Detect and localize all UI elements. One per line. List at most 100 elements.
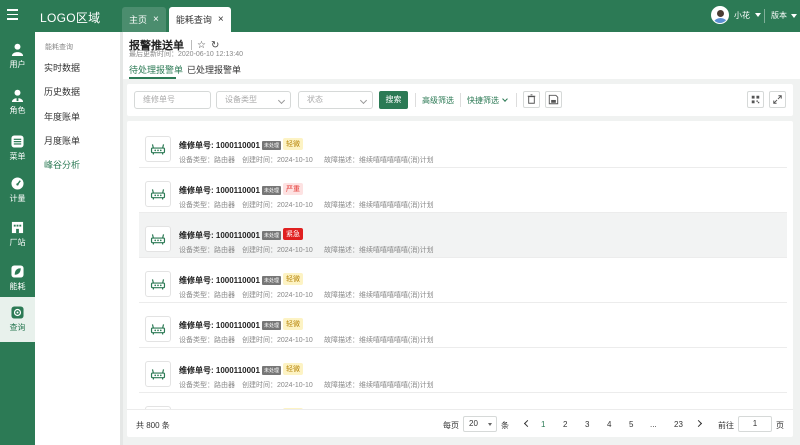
sub-menu-item[interactable]: 实时数据 [44, 61, 80, 74]
delete-button[interactable] [523, 91, 540, 108]
status-badge: 未处理 [262, 186, 282, 195]
hamburger-menu-icon[interactable] [7, 9, 19, 21]
list-item[interactable]: 维修单号: 1000110001未处理轻微设备类型：路由器创建时间：2024-1… [139, 303, 787, 348]
nav-item-menu[interactable]: 菜单 [0, 126, 35, 171]
list-item[interactable]: 维修单号: 1000110001 未处理 紧急 设备类型：路由器 创建时间：2024-1… [139, 213, 787, 258]
status-select[interactable]: 状态 [298, 91, 373, 109]
list-item[interactable]: 维修单号: 1000110001 未处理 严重 设备类型：路由器 创建时间：2024-1… [139, 168, 787, 213]
per-page-label: 每页 [443, 421, 459, 430]
goto-page-input[interactable]: 1 [738, 416, 772, 432]
severity-badge: 轻微 [283, 138, 303, 150]
order-number: 维修单号: 1000110001 [179, 231, 260, 240]
tab-processed[interactable]: 已处理报警单 [187, 63, 241, 76]
qr-code-button[interactable] [747, 91, 764, 108]
page-4[interactable]: 4 [607, 420, 611, 429]
alarm-list: 维修单号: 1000110001 未处理 轻微 设备类型：路由器 创建时间：2024-1… [127, 121, 793, 409]
qr-code-icon [751, 95, 760, 104]
page-3[interactable]: 3 [585, 420, 589, 429]
nav-label: 用户 [9, 60, 26, 69]
save-icon [548, 94, 559, 105]
sub-menu-item[interactable]: 月度账单 [44, 134, 80, 147]
status-badge: 未处理 [262, 141, 282, 150]
sub-menu-title: 能耗查询 [45, 44, 73, 51]
search-button[interactable]: 搜索 [379, 91, 408, 109]
page-ellipsis[interactable]: ... [650, 420, 657, 429]
nav-item-query[interactable]: 查询 [0, 297, 35, 342]
sub-menu: 能耗查询 实时数据 历史数据 年度账单 月度账单 峰谷分析 [35, 32, 120, 445]
close-icon[interactable]: × [218, 14, 224, 25]
nav-item-user[interactable]: 用户 [0, 34, 35, 79]
save-button[interactable] [545, 91, 562, 108]
advanced-filter-link[interactable]: 高级筛选 [422, 95, 454, 106]
logo: LOGO区域 [40, 11, 101, 25]
list-item[interactable]: 维修单号: 1000110001未处理轻微设备类型：路由器创建时间：2024-1… [139, 258, 787, 303]
role-icon [11, 89, 24, 102]
gauge-icon [11, 177, 24, 190]
router-icon [145, 361, 171, 387]
tab-energy-query[interactable]: 能耗查询 × [168, 7, 231, 32]
expand-icon [773, 95, 782, 104]
next-page-icon[interactable] [694, 419, 703, 428]
avatar [711, 6, 729, 24]
list-item[interactable]: 维修单号: 1000110001未处理轻微设备类型：路由器创建时间：2024-1… [139, 393, 787, 409]
total-count: 共 800 条 [136, 421, 170, 430]
filter-bar: 维修单号 设备类型 状态 搜索 高级筛选 快捷筛选 [127, 84, 793, 116]
user-name: 小花 [734, 10, 750, 20]
goto-label: 前往 [718, 421, 734, 430]
divider [764, 9, 765, 23]
nav-item-energy[interactable]: 能耗 [0, 256, 35, 301]
version-menu[interactable]: 版本 [771, 10, 797, 21]
user-menu[interactable]: 小花 [711, 6, 761, 24]
per-page-value: 20 [469, 419, 478, 428]
tab-underline [129, 77, 176, 79]
device-type: 设备类型：路由器 [179, 157, 235, 164]
left-nav: 用户 角色 菜单 计量 厂站 能耗 查询 [0, 32, 35, 445]
sub-menu-item-active[interactable]: 峰谷分析 [44, 158, 80, 171]
router-icon [145, 271, 171, 297]
fault-description: 故障描述：维续嘻嘻嘻嘻嘻(消)计划 [324, 247, 434, 254]
tab-home-label: 主页 [129, 15, 148, 25]
order-number: 维修单号: 1000110001 [179, 141, 260, 150]
device-type-select[interactable]: 设备类型 [216, 91, 291, 109]
router-icon [145, 181, 171, 207]
order-number: 维修单号: 1000110001 [179, 321, 260, 330]
fullscreen-button[interactable] [769, 91, 786, 108]
fault-description: 故障描述：维续嘻嘻嘻嘻嘻(消)计划 [324, 382, 434, 389]
divider [415, 93, 416, 107]
list-item[interactable]: 维修单号: 1000110001未处理轻微设备类型：路由器创建时间：2024-1… [139, 123, 787, 168]
status-badge: 未处理 [262, 321, 282, 330]
chevron-down-icon [502, 96, 508, 102]
last-updated: 最后更新时间：2020-06-10 12:13:40 [129, 51, 243, 58]
page-2[interactable]: 2 [563, 420, 567, 429]
nav-item-metering[interactable]: 计量 [0, 168, 35, 213]
created-time: 创建时间：2024-10-10 [242, 337, 313, 344]
nav-label: 计量 [9, 194, 26, 203]
quick-filter-dropdown[interactable]: 快捷筛选 [467, 95, 508, 106]
device-type: 设备类型：路由器 [179, 337, 235, 344]
device-type-placeholder: 设备类型 [225, 95, 257, 104]
page-tabs: 主页 × 能耗查询 × [122, 7, 234, 32]
device-type: 设备类型：路由器 [179, 202, 235, 209]
close-icon[interactable]: × [153, 14, 159, 25]
page-5[interactable]: 5 [629, 420, 633, 429]
tab-pending[interactable]: 待处理报警单 [129, 63, 183, 76]
page-last[interactable]: 23 [674, 420, 683, 429]
list-item[interactable]: 维修单号: 1000110001未处理轻微设备类型：路由器创建时间：2024-1… [139, 348, 787, 393]
nav-label: 角色 [9, 106, 26, 115]
per-page-select[interactable]: 20 [463, 416, 497, 432]
page-1[interactable]: 1 [541, 420, 545, 429]
device-type: 设备类型：路由器 [179, 382, 235, 389]
nav-item-role[interactable]: 角色 [0, 80, 35, 125]
prev-page-icon[interactable] [523, 419, 532, 428]
leaf-icon [11, 265, 24, 278]
nav-item-plant[interactable]: 厂站 [0, 212, 35, 257]
caret-down-icon [488, 423, 492, 426]
tab-home[interactable]: 主页 × [122, 7, 166, 32]
sub-menu-item[interactable]: 历史数据 [44, 85, 80, 98]
resize-handle[interactable] [120, 32, 123, 445]
order-number-input[interactable]: 维修单号 [134, 91, 211, 109]
query-icon [11, 306, 24, 319]
quick-filter-label: 快捷筛选 [467, 96, 499, 105]
sub-menu-item[interactable]: 年度账单 [44, 110, 80, 123]
status-badge: 未处理 [262, 276, 282, 285]
